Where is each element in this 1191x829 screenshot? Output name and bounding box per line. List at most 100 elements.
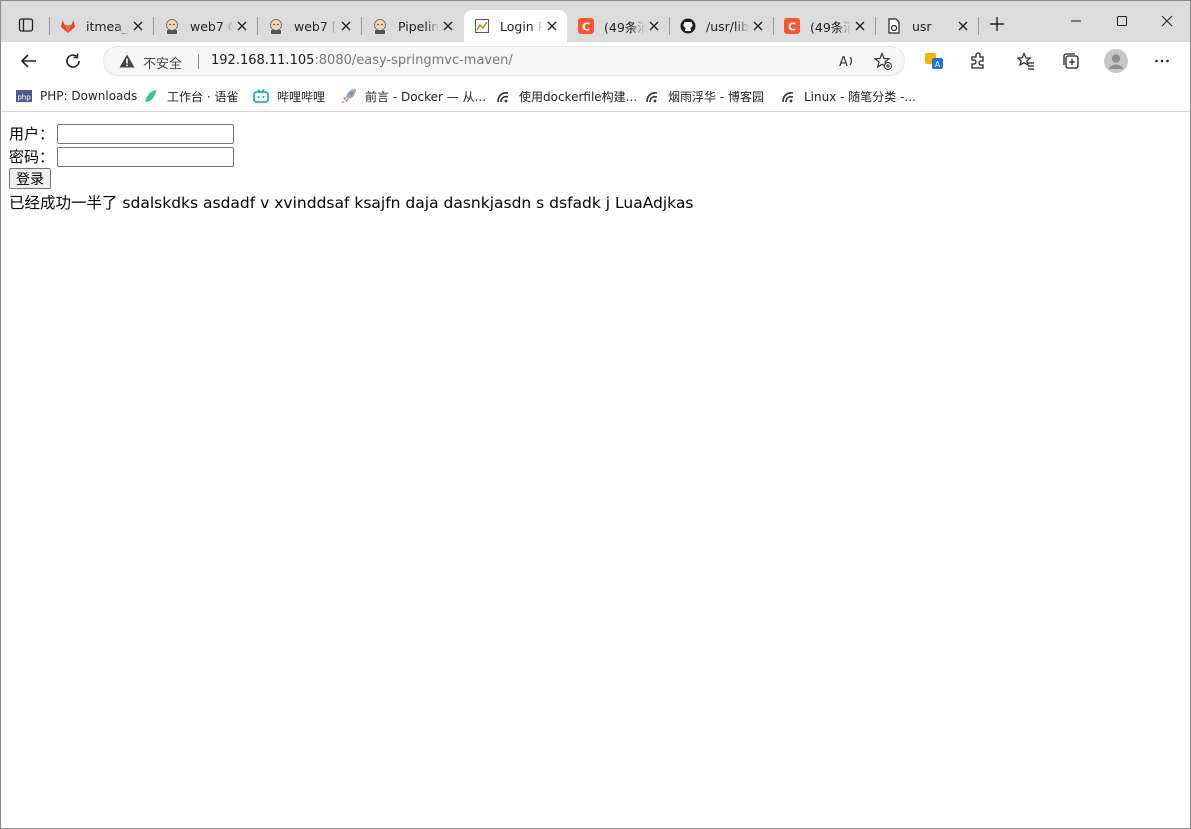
url-text[interactable]: 192.168.11.105:8080/easy-springmvc-maven… (211, 53, 513, 68)
tab-0[interactable]: itmea_ (50, 10, 153, 42)
collections-icon[interactable] (1056, 46, 1086, 76)
back-arrow-icon (20, 54, 36, 68)
page-content: 用户： 密码： 登录 已经成功一半了 sdalskdks asdadf v xv… (1, 112, 1190, 828)
tab-title: Pipelin (398, 18, 439, 34)
favorite-label: 工作台 · 语雀 (167, 89, 239, 104)
close-icon (1161, 15, 1173, 27)
tab-7[interactable]: C (49条消 (774, 10, 875, 42)
close-icon[interactable] (129, 17, 147, 35)
tab-title: /usr/lib (706, 18, 749, 34)
tab-actions-icon (18, 18, 34, 32)
tab-5[interactable]: C (49条消 (568, 10, 669, 42)
divider (198, 54, 199, 69)
svg-text:C: C (788, 21, 796, 34)
refresh-button[interactable] (58, 46, 88, 76)
close-icon[interactable] (543, 17, 561, 35)
plus-icon (990, 17, 1004, 31)
tab-title: Login P (500, 18, 543, 34)
cnblogs-icon (644, 88, 660, 104)
favorite-item[interactable]: 烟雨浮华 - 博客园 (644, 86, 764, 106)
svg-text:A: A (839, 55, 848, 70)
password-row: 密码： (9, 146, 235, 167)
favorites-bar: php PHP: Downloads 工作台 · 语雀 哔哩哔哩 前言 - Do… (1, 80, 1190, 112)
insecure-label[interactable]: 不安全 (143, 53, 182, 72)
file-icon (886, 18, 902, 34)
favorite-label: 前言 - Docker — 从... (365, 89, 487, 104)
cnblogs-icon (780, 88, 796, 104)
url-path: :8080/easy-springmvc-maven/ (314, 53, 513, 68)
minimize-icon (1071, 20, 1081, 22)
gitlab-icon (60, 18, 76, 34)
add-favorite-icon[interactable] (873, 51, 893, 71)
url-host: 192.168.11.105 (211, 53, 315, 68)
svg-text:C: C (582, 21, 590, 34)
favorite-item[interactable]: Linux - 随笔分类 -... (780, 86, 916, 106)
translate-icon[interactable]: A (919, 46, 949, 76)
favorite-item[interactable]: 工作台 · 语雀 (143, 86, 238, 106)
favorite-item[interactable]: 前言 - Docker — 从... (341, 86, 486, 106)
tab-title: web7 [ (294, 18, 337, 34)
svg-text:php: php (17, 94, 31, 102)
tab-1[interactable]: web7 C (154, 10, 257, 42)
maximize-button[interactable] (1099, 1, 1145, 41)
tab-2[interactable]: web7 [ (258, 10, 361, 42)
new-tab-button[interactable] (984, 11, 1010, 37)
close-icon[interactable] (749, 17, 767, 35)
favorite-label: PHP: Downloads (40, 89, 138, 103)
close-icon[interactable] (954, 17, 972, 35)
favorite-item[interactable]: 哔哩哔哩 (253, 86, 325, 106)
github-icon (680, 18, 696, 34)
bilibili-icon (253, 88, 269, 104)
tab-title: itmea_ (86, 18, 129, 34)
close-window-button[interactable] (1144, 1, 1190, 41)
password-label: 密码： (9, 148, 55, 166)
favorite-label: 烟雨浮华 - 博客园 (668, 89, 764, 104)
login-button[interactable]: 登录 (9, 168, 51, 189)
password-input[interactable] (57, 146, 235, 167)
warning-icon (119, 54, 135, 68)
favorite-label: 使用dockerfile构建... (519, 89, 638, 104)
maximize-icon (1117, 16, 1127, 26)
tab-strip: itmea_ web7 C web7 [ Pipelin Login P C (… (1, 1, 1190, 42)
username-row: 用户： (9, 123, 235, 144)
close-icon[interactable] (439, 17, 457, 35)
rocket-icon (341, 88, 357, 104)
tab-title: (49条消 (604, 19, 645, 35)
jenkins-icon (268, 18, 284, 34)
username-input[interactable] (57, 123, 235, 144)
yuque-icon (143, 88, 159, 104)
status-message: 已经成功一半了 sdalskdks asdadf v xvinddsaf ksa… (9, 194, 694, 212)
page-icon (474, 18, 490, 34)
close-icon[interactable] (337, 17, 355, 35)
tab-title: (49条消 (810, 19, 851, 35)
close-icon[interactable] (851, 17, 869, 35)
profile-avatar[interactable] (1101, 46, 1131, 76)
tab-4-active[interactable]: Login P (464, 10, 567, 42)
minimize-button[interactable] (1053, 1, 1099, 41)
close-icon[interactable] (645, 17, 663, 35)
back-button[interactable] (14, 46, 44, 76)
extensions-icon[interactable] (963, 46, 993, 76)
tab-8[interactable]: usr (876, 10, 978, 42)
csdn-icon: C (784, 18, 800, 34)
tab-separator (978, 17, 979, 35)
svg-text:A: A (935, 60, 941, 69)
favorite-label: 哔哩哔哩 (277, 89, 326, 104)
address-bar[interactable]: 不安全 192.168.11.105:8080/easy-springmvc-m… (103, 46, 905, 76)
navigation-toolbar: 不安全 192.168.11.105:8080/easy-springmvc-m… (1, 42, 1190, 80)
tab-title: web7 C (190, 18, 233, 34)
jenkins-icon (164, 18, 180, 34)
favorites-icon[interactable] (1011, 46, 1041, 76)
close-icon[interactable] (233, 17, 251, 35)
tab-3[interactable]: Pipelin (362, 10, 463, 42)
username-label: 用户： (9, 125, 55, 143)
favorite-item[interactable]: 使用dockerfile构建... (495, 86, 637, 106)
tab-6[interactable]: /usr/lib (670, 10, 773, 42)
refresh-icon (66, 53, 80, 68)
more-menu-icon[interactable] (1147, 46, 1177, 76)
read-aloud-icon[interactable]: A (837, 51, 857, 71)
php-icon: php (16, 88, 32, 104)
tab-actions-button[interactable] (11, 10, 41, 40)
favorite-item[interactable]: php PHP: Downloads (16, 86, 137, 106)
tab-title: usr (912, 18, 932, 34)
